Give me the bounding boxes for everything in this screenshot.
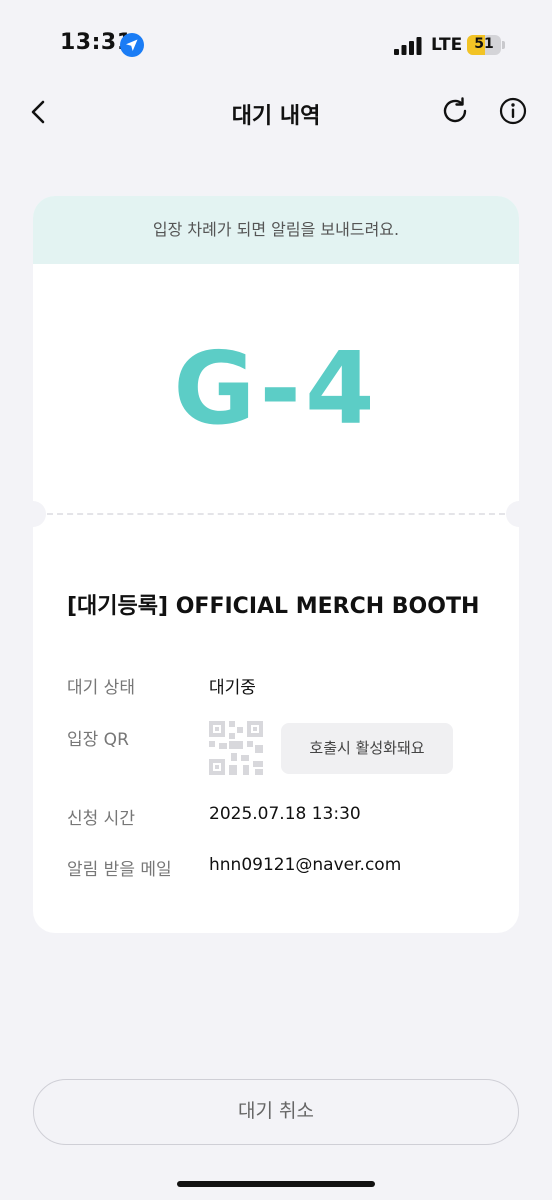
entry-qr-label: 입장 QR	[67, 730, 129, 750]
status-bar: 13:31 LTE 51	[0, 0, 552, 90]
battery-level: 51	[474, 36, 494, 52]
notification-email-value: hnn09121@naver.com	[209, 855, 402, 875]
ticket-notch-left	[33, 501, 46, 527]
status-value: 대기중	[209, 678, 256, 698]
notification-email-label: 알림 받을 메일	[67, 860, 172, 880]
info-button[interactable]	[498, 96, 528, 126]
nav-header: 대기 내역	[0, 88, 552, 136]
network-type: LTE	[431, 35, 463, 55]
notification-banner: 입장 차례가 되면 알림을 보내드려요.	[33, 196, 519, 264]
battery-icon: 51	[467, 35, 505, 55]
qr-code-icon	[209, 721, 263, 775]
refresh-button[interactable]	[440, 96, 470, 126]
home-indicator	[177, 1181, 375, 1187]
qr-activation-note: 호출시 활성화돼요	[281, 723, 453, 774]
ticket-divider	[47, 513, 505, 515]
location-arrow-icon	[120, 33, 144, 57]
event-title: [대기등록] OFFICIAL MERCH BOOTH	[67, 594, 480, 619]
waiting-ticket-card: 입장 차례가 되면 알림을 보내드려요. G-4 [대기등록] OFFICIAL…	[33, 196, 519, 933]
ticket-notch-right	[506, 501, 519, 527]
request-time-value: 2025.07.18 13:30	[209, 804, 361, 824]
request-time-label: 신청 시간	[67, 809, 135, 829]
queue-number: G-4	[173, 330, 379, 447]
cellular-signal-icon	[394, 37, 422, 55]
status-label: 대기 상태	[67, 678, 135, 698]
cancel-waiting-button[interactable]: 대기 취소	[33, 1079, 519, 1145]
